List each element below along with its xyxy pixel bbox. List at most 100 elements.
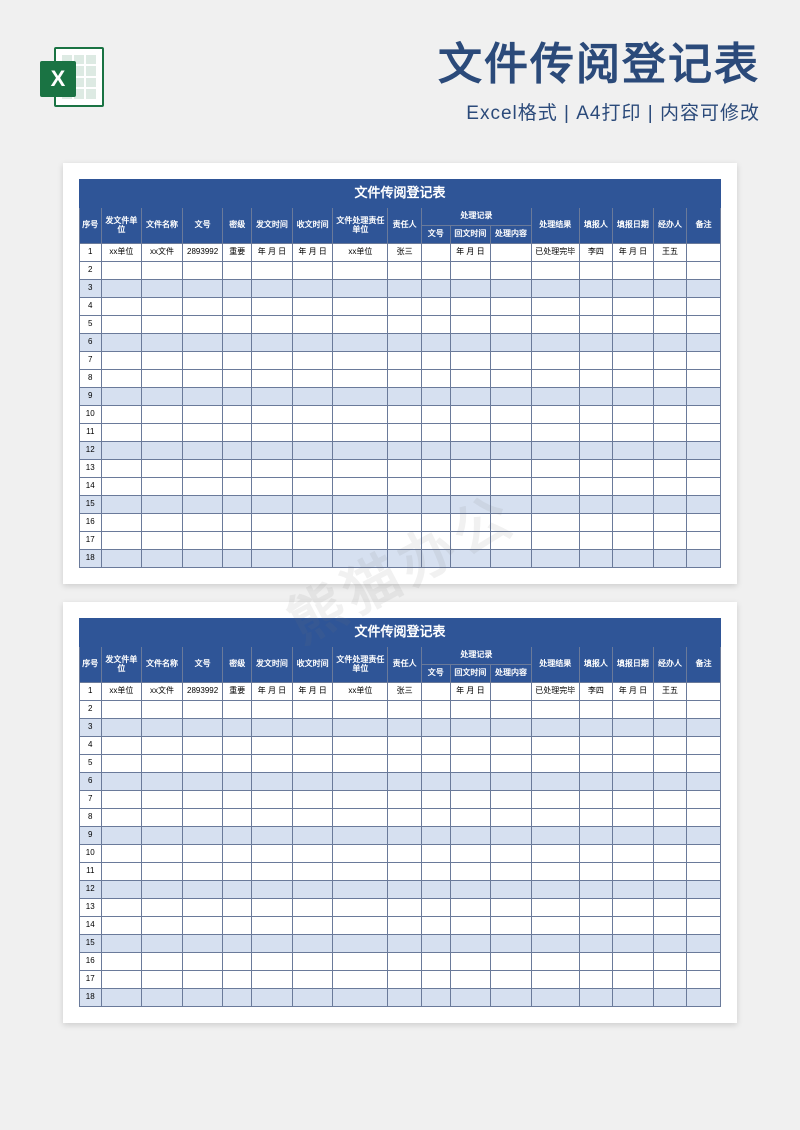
table-cell: 年 月 日 (252, 683, 293, 701)
table-cell (531, 550, 579, 568)
table-cell (333, 388, 388, 406)
table-cell (579, 334, 612, 352)
table-cell: 年 月 日 (450, 244, 491, 262)
table-cell (292, 827, 333, 845)
table-cell (653, 917, 686, 935)
table-cell (450, 719, 491, 737)
col-filler: 填报人 (579, 647, 612, 683)
table-row: 9 (80, 827, 721, 845)
table-cell (450, 298, 491, 316)
table-cell (613, 881, 654, 899)
table-cell (491, 334, 532, 352)
col-fill-date: 填报日期 (613, 647, 654, 683)
table-cell: xx文件 (142, 244, 183, 262)
col-recv-time: 收文时间 (292, 208, 333, 244)
table-cell (421, 298, 450, 316)
table-cell (531, 424, 579, 442)
table-cell (579, 514, 612, 532)
table-cell (252, 496, 293, 514)
table-cell (142, 863, 183, 881)
table-cell (531, 737, 579, 755)
table-cell (613, 316, 654, 334)
table-cell (223, 989, 252, 1007)
table-row: 14 (80, 917, 721, 935)
table-cell (388, 989, 421, 1007)
table-cell: 7 (80, 352, 102, 370)
table-cell (421, 316, 450, 334)
table-cell (653, 370, 686, 388)
col-level: 密级 (223, 208, 252, 244)
table-cell (531, 316, 579, 334)
table-cell (388, 514, 421, 532)
table-row: 16 (80, 953, 721, 971)
table-cell (333, 370, 388, 388)
col-record-group: 处理记录 (421, 208, 531, 226)
table-cell (531, 809, 579, 827)
table-cell (333, 791, 388, 809)
table-cell (653, 334, 686, 352)
table-cell (613, 773, 654, 791)
table-cell (142, 881, 183, 899)
table-cell: 2 (80, 262, 102, 280)
table-cell (182, 791, 223, 809)
table-cell: 5 (80, 316, 102, 334)
col-seq: 序号 (80, 647, 102, 683)
table-cell (333, 316, 388, 334)
table-cell (142, 496, 183, 514)
table-cell (579, 773, 612, 791)
table-cell (579, 701, 612, 719)
table-cell (142, 478, 183, 496)
table-cell (292, 989, 333, 1007)
table-cell (388, 863, 421, 881)
table-cell (292, 496, 333, 514)
table-cell (653, 352, 686, 370)
table-cell (687, 863, 721, 881)
table-cell: 重要 (223, 683, 252, 701)
table-cell (653, 280, 686, 298)
table-cell (388, 352, 421, 370)
table-cell (101, 514, 142, 532)
table-cell (142, 899, 183, 917)
table-cell (142, 262, 183, 280)
table-cell (223, 809, 252, 827)
table-cell (687, 845, 721, 863)
table-cell (388, 298, 421, 316)
table-cell (388, 899, 421, 917)
table-cell (292, 316, 333, 334)
table-cell (579, 881, 612, 899)
table-cell: 王五 (653, 683, 686, 701)
table-cell (142, 701, 183, 719)
table-cell (531, 935, 579, 953)
table-cell (333, 280, 388, 298)
table-cell (223, 737, 252, 755)
table-cell (491, 809, 532, 827)
table-cell: 年 月 日 (613, 244, 654, 262)
table-cell: 年 月 日 (292, 244, 333, 262)
table-cell (223, 514, 252, 532)
table-cell (579, 737, 612, 755)
table-cell (388, 262, 421, 280)
table-row: 11 (80, 424, 721, 442)
table-cell (101, 316, 142, 334)
table-cell (292, 791, 333, 809)
table-cell (101, 917, 142, 935)
table-cell (421, 244, 450, 262)
table-cell (687, 989, 721, 1007)
table-cell (450, 773, 491, 791)
table-title: 文件传阅登记表 (80, 180, 721, 208)
table-cell (613, 971, 654, 989)
col-resp-unit: 文件处理责任单位 (333, 208, 388, 244)
table-cell (491, 280, 532, 298)
table-row: 6 (80, 334, 721, 352)
table-cell (252, 899, 293, 917)
table-cell (531, 496, 579, 514)
table-cell (687, 442, 721, 460)
col-level: 密级 (223, 647, 252, 683)
table-cell (653, 262, 686, 280)
table-cell: 15 (80, 496, 102, 514)
table-cell: 张三 (388, 683, 421, 701)
table-row: 12 (80, 881, 721, 899)
table-cell (653, 755, 686, 773)
excel-icon: X (40, 43, 108, 111)
table-cell (388, 737, 421, 755)
